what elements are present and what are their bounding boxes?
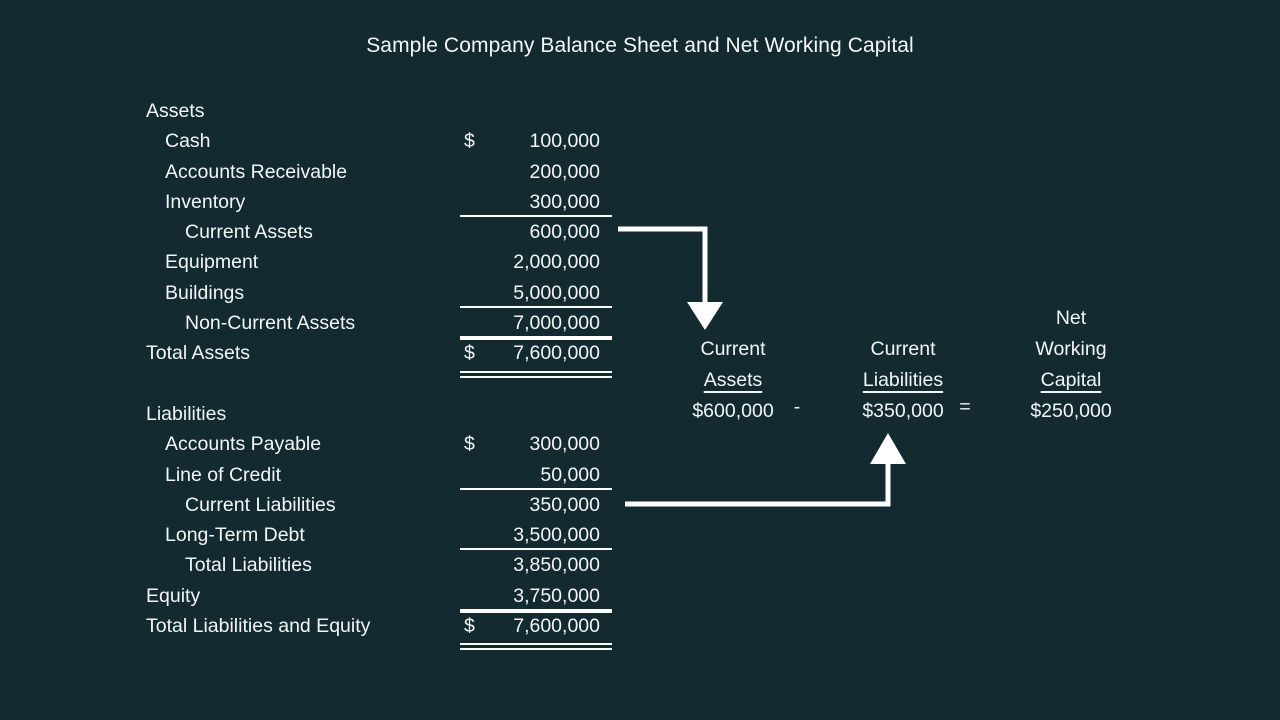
formula-current-assets-line2: Assets	[703, 369, 763, 391]
table-row: Total Liabilities 3,850,000	[146, 550, 616, 580]
row-label: Assets	[146, 100, 205, 122]
table-row: Assets	[146, 96, 616, 126]
table-row: Equity 3,750,000	[146, 581, 616, 612]
row-label: Total Liabilities and Equity	[146, 615, 371, 638]
row-amount: 200,000	[529, 160, 601, 183]
table-row: Equipment 2,000,000	[146, 247, 616, 277]
table-row: Current Liabilities 350,000	[146, 490, 616, 520]
slide-canvas: Sample Company Balance Sheet and Net Wor…	[0, 0, 1280, 720]
row-label: Cash	[165, 130, 211, 153]
row-amount: 7,600,000	[513, 342, 600, 365]
table-row: Total Liabilities and Equity $7,600,000	[146, 611, 616, 646]
row-amount: 300,000	[529, 190, 601, 213]
row-amount: 7,000,000	[513, 312, 600, 335]
table-row: Buildings 5,000,000	[146, 278, 616, 309]
formula-current-liabilities-line2: Liabilities	[862, 369, 944, 391]
table-row: Accounts Payable $300,000	[146, 429, 616, 459]
balance-sheet-table: Assets Cash $100,000 Accounts Receivable 200…	[146, 96, 616, 646]
formula-current-assets-line1: Current	[700, 338, 766, 360]
formula-current-liabilities-line1: Current	[870, 338, 936, 360]
row-label: Long-Term Debt	[165, 524, 305, 547]
formula-net-working-capital-line1: Net	[1055, 307, 1087, 329]
row-label: Buildings	[165, 281, 245, 304]
table-row: Inventory 300,000	[146, 187, 616, 218]
current-liabilities-to-formula-arrow	[625, 433, 906, 507]
row-label: Total Liabilities	[185, 554, 312, 577]
table-row: Non-Current Assets 7,000,000	[146, 308, 616, 339]
row-label: Non-Current Assets	[185, 312, 356, 335]
table-row: Long-Term Debt 3,500,000	[146, 520, 616, 551]
table-row: Liabilities	[146, 399, 616, 429]
formula-equals-operator: =	[959, 396, 971, 418]
formula-net-working-capital-line3: Capital	[1040, 369, 1102, 391]
formula-minus-operator: -	[793, 396, 801, 418]
row-label: Accounts Receivable	[165, 160, 348, 183]
row-amount: 7,600,000	[513, 615, 600, 638]
row-amount: 100,000	[529, 130, 601, 153]
row-label: Inventory	[165, 190, 246, 213]
row-label: Equipment	[165, 251, 259, 274]
table-row: Current Assets 600,000	[146, 217, 616, 247]
row-amount: 3,750,000	[513, 584, 600, 607]
current-assets-to-formula-arrow	[618, 226, 723, 330]
table-row: Total Assets $7,600,000	[146, 338, 616, 374]
table-row: Cash $100,000	[146, 126, 616, 156]
table-row: Accounts Receivable 200,000	[146, 157, 616, 187]
row-amount: 600,000	[529, 221, 601, 244]
formula-net-working-capital-value: $250,000	[1030, 400, 1112, 422]
row-amount: 2,000,000	[513, 251, 600, 274]
row-label: Liabilities	[146, 402, 227, 425]
row-label: Equity	[146, 584, 201, 607]
row-amount: 300,000	[529, 433, 601, 456]
row-label: Line of Credit	[165, 463, 281, 486]
formula-net-working-capital: Net Working Capital $250,000	[986, 303, 1156, 427]
table-row: Line of Credit 50,000	[146, 460, 616, 491]
row-amount: 3,500,000	[513, 524, 600, 547]
row-amount: 350,000	[529, 493, 601, 516]
row-amount: 50,000	[540, 463, 600, 486]
row-label: Current Assets	[185, 221, 313, 244]
row-amount: 3,850,000	[513, 554, 600, 577]
row-label: Current Liabilities	[185, 493, 336, 516]
row-label: Total Assets	[146, 342, 251, 365]
row-amount: 5,000,000	[513, 281, 600, 304]
row-label: Accounts Payable	[165, 433, 322, 456]
page-title: Sample Company Balance Sheet and Net Wor…	[366, 34, 914, 57]
formula-net-working-capital-line2: Working	[1035, 338, 1107, 360]
table-spacer-row	[146, 369, 616, 399]
